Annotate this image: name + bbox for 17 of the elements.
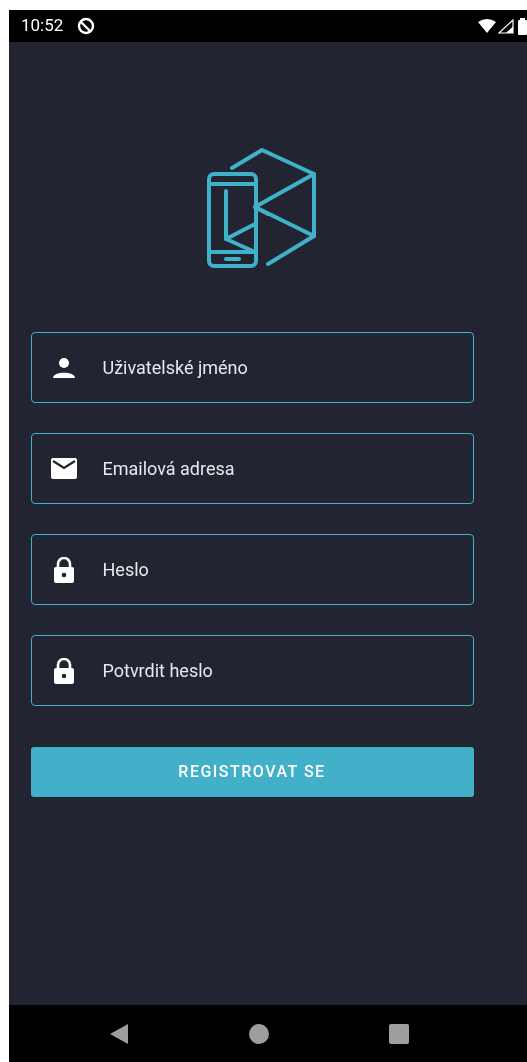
input-field[interactable]: Uživatelské jméno <box>30 332 474 403</box>
battery-icon <box>518 17 527 35</box>
status-time: 10:52 <box>21 14 64 38</box>
back-icon[interactable] <box>109 1022 129 1045</box>
lock-icon <box>53 657 74 684</box>
input-field[interactable]: Potvrdit heslo <box>30 635 474 706</box>
register-button[interactable]: REGISTROVAT SE <box>30 747 474 797</box>
input-field[interactable]: Emailová adresa <box>30 433 474 504</box>
signal-icon <box>498 18 514 34</box>
mail-icon <box>50 458 77 479</box>
notification-icon <box>77 17 96 35</box>
input-field[interactable]: Heslo <box>30 534 474 605</box>
wifi-icon <box>478 19 496 33</box>
home-icon[interactable] <box>249 1023 269 1044</box>
person-icon <box>52 357 75 378</box>
lock-icon <box>53 556 74 583</box>
recents-icon[interactable] <box>389 1023 409 1044</box>
